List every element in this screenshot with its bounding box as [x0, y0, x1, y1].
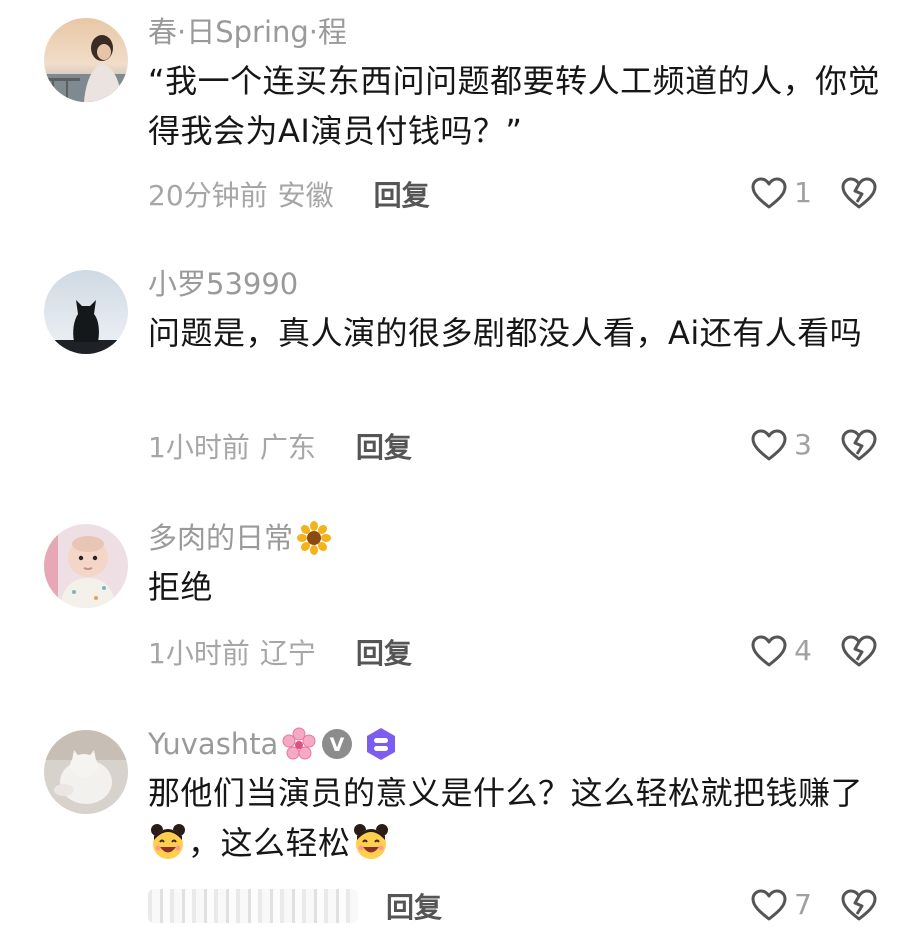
sunflower-emoji [297, 521, 332, 555]
reply-button[interactable]: 回复 [356, 632, 412, 672]
comment-text-part: 那他们当演员的意义是什么？这么轻松就把钱赚了 [148, 774, 864, 812]
like-button[interactable]: 3 [750, 428, 812, 462]
girl-buns-laughing-emoji [351, 822, 391, 862]
like-button[interactable]: 1 [750, 176, 812, 210]
heart-icon [751, 177, 787, 209]
dislike-button[interactable] [840, 888, 878, 922]
like-count: 4 [794, 634, 812, 667]
avatar-photo-baby [44, 524, 128, 608]
comment-item: 多肉的日常 拒绝 1小时前 辽宁 回复 4 [0, 506, 922, 706]
comment-time: 1小时前 [148, 637, 250, 670]
verified-v-badge: V [320, 727, 354, 761]
heart-icon [751, 429, 787, 461]
like-count: 1 [794, 176, 812, 209]
comment-location: 安徽 [277, 179, 334, 212]
username[interactable]: 春·日Spring·程 [148, 12, 347, 52]
comment-item: 春·日Spring·程 “我一个连买东西问问题都要转人工频道的人，你觉得我会为A… [0, 0, 922, 250]
comment-text-part: ，这么轻松 [188, 824, 351, 862]
dislike-button[interactable] [840, 634, 878, 668]
blurred-meta [148, 889, 358, 923]
heart-icon [751, 635, 787, 667]
dislike-button[interactable] [840, 428, 878, 462]
avatar[interactable] [44, 730, 128, 814]
broken-heart-icon [841, 429, 877, 461]
dislike-button[interactable] [840, 176, 878, 210]
reply-button[interactable]: 回复 [386, 886, 442, 926]
heart-icon [751, 889, 787, 921]
username[interactable]: Yuvashta [148, 724, 278, 764]
svg-text:V: V [330, 734, 345, 756]
reply-button[interactable]: 回复 [356, 426, 412, 466]
like-count: 3 [794, 428, 812, 461]
reply-button[interactable]: 回复 [374, 174, 430, 214]
avatar-photo-person-lake [44, 18, 128, 102]
comment-location: 广东 [259, 431, 316, 464]
comment-text: 那他们当演员的意义是什么？这么轻松就把钱赚了 ，这么轻松 [148, 768, 888, 868]
comment-text: “我一个连买东西问问题都要转人工频道的人，你觉得我会为AI演员付钱吗？” [148, 62, 881, 150]
like-count: 7 [794, 888, 812, 921]
comment-text: 拒绝 [148, 568, 214, 606]
comment-location: 辽宁 [259, 637, 316, 670]
username[interactable]: 多肉的日常 [148, 518, 293, 558]
like-button[interactable]: 4 [750, 634, 812, 668]
comment-text: 问题是，真人演的很多剧都没人看，Ai还有人看吗 [148, 314, 863, 352]
broken-heart-icon [841, 889, 877, 921]
avatar[interactable] [44, 524, 128, 608]
avatar[interactable] [44, 18, 128, 102]
avatar-photo-white-cat [44, 730, 128, 814]
avatar-photo-cat-silhouette [44, 270, 128, 354]
comment-item: 小罗53990 问题是，真人演的很多剧都没人看，Ai还有人看吗 1小时前 广东 … [0, 252, 922, 502]
broken-heart-icon [841, 635, 877, 667]
username[interactable]: 小罗53990 [148, 264, 298, 304]
like-button[interactable]: 7 [750, 888, 812, 922]
comment-item: Yuvashta V 那他们当演员的意义是什么？这么轻松就把钱赚了 ，这么轻松 … [0, 712, 922, 940]
avatar[interactable] [44, 270, 128, 354]
comment-time: 1小时前 [148, 431, 250, 464]
broken-heart-icon [841, 177, 877, 209]
comment-time: 20分钟前 [148, 179, 268, 212]
girl-buns-laughing-emoji [148, 822, 188, 862]
cherry-blossom-emoji [282, 727, 316, 761]
level-badge [364, 727, 398, 761]
